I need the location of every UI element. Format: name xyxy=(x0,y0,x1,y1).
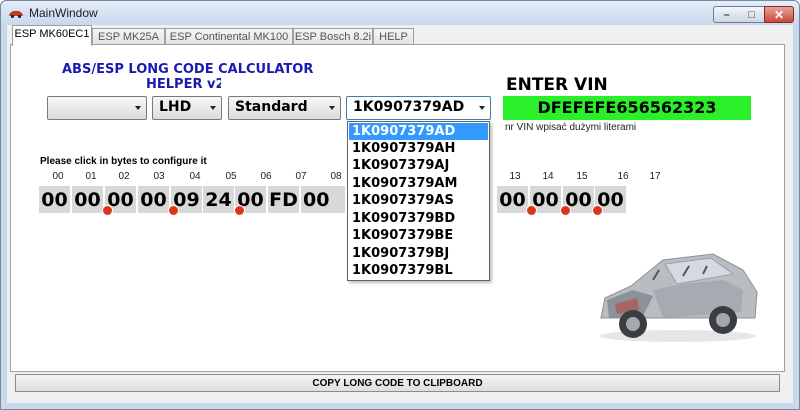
maximize-button[interactable]: □ xyxy=(739,6,765,23)
chevron-down-icon xyxy=(135,106,141,110)
byte-cell-01[interactable]: 00 xyxy=(72,186,103,213)
byte-cell-05[interactable]: 24 xyxy=(203,186,234,213)
byte-index: 07 xyxy=(295,171,307,182)
bit-marker xyxy=(526,205,537,216)
chevron-down-icon xyxy=(210,106,216,110)
byte-cell-03[interactable]: 00 xyxy=(138,186,169,213)
close-icon: ✕ xyxy=(773,8,785,22)
byte-cell-07[interactable]: FD xyxy=(268,186,299,213)
chevron-down-icon xyxy=(479,106,485,110)
byte-index: 02 xyxy=(118,171,130,182)
dropdown-option[interactable]: 1K0907379AH xyxy=(349,140,488,157)
close-button[interactable]: ✕ xyxy=(764,6,794,23)
dropdown-option[interactable]: 1K0907379BJ xyxy=(349,245,488,262)
vin-input[interactable]: DFEFEFE656562323 xyxy=(503,96,751,120)
vin-label: ENTER VIN xyxy=(506,75,608,95)
byte-index: 01 xyxy=(85,171,97,182)
first-select[interactable] xyxy=(47,96,147,120)
bit-marker xyxy=(168,205,179,216)
bit-marker xyxy=(234,205,245,216)
byte-index: 04 xyxy=(189,171,201,182)
dropdown-option[interactable]: 1K0907379BL xyxy=(349,262,488,279)
variant-value: Standard xyxy=(235,99,308,115)
variant-select[interactable]: Standard xyxy=(228,96,341,120)
minimize-button[interactable]: – xyxy=(713,6,740,23)
vin-hint: nr VIN wpisać dużymi literami xyxy=(505,122,637,133)
byte-index: 16 xyxy=(617,171,629,182)
byte-index: 15 xyxy=(576,171,588,182)
tab-esp-mk60ec1[interactable]: ESP MK60EC1 xyxy=(12,25,92,46)
title-bar[interactable]: MainWindow – □ ✕ xyxy=(1,1,799,25)
bit-marker xyxy=(102,205,113,216)
byte-index: 05 xyxy=(225,171,237,182)
tab-esp-bosch-82i[interactable]: ESP Bosch 8.2i xyxy=(293,28,373,45)
minimize-icon: – xyxy=(723,9,730,21)
car-illustration xyxy=(600,253,758,342)
byte-index: 03 xyxy=(153,171,165,182)
byte-cell-13[interactable]: 00 xyxy=(497,186,528,213)
dropdown-option[interactable]: 1K0907379AD xyxy=(349,123,488,140)
car-icon xyxy=(9,11,23,18)
byte-index: 17 xyxy=(649,171,661,182)
part-number-select[interactable]: 1K0907379AD xyxy=(346,96,491,120)
maximize-icon: □ xyxy=(748,9,755,21)
bytes-instruction: Please click in bytes to configure it xyxy=(40,156,207,167)
window-title: MainWindow xyxy=(29,6,98,20)
dropdown-option[interactable]: 1K0907379BD xyxy=(349,210,488,227)
part-number-dropdown-list: 1K0907379AD 1K0907379AH 1K0907379AJ 1K09… xyxy=(347,121,490,281)
drive-side-value: LHD xyxy=(159,99,192,115)
app-subtitle: HELPER v2. xyxy=(146,77,221,92)
copy-long-code-button[interactable]: COPY LONG CODE TO CLIPBOARD xyxy=(15,374,780,392)
drive-side-select[interactable]: LHD xyxy=(152,96,222,120)
bit-marker xyxy=(560,205,571,216)
dropdown-option[interactable]: 1K0907379AJ xyxy=(349,157,488,174)
chevron-down-icon xyxy=(329,106,335,110)
tab-help[interactable]: HELP xyxy=(373,28,414,45)
byte-cell-00[interactable]: 00 xyxy=(39,186,70,213)
byte-index: 14 xyxy=(542,171,554,182)
byte-index: 00 xyxy=(52,171,64,182)
tab-esp-continental-mk100[interactable]: ESP Continental MK100 xyxy=(165,28,293,45)
dropdown-option[interactable]: 1K0907379AS xyxy=(349,192,488,209)
app-title: ABS/ESP LONG CODE CALCULATOR xyxy=(62,62,314,77)
byte-index: 13 xyxy=(509,171,521,182)
byte-index: 06 xyxy=(260,171,272,182)
dropdown-option[interactable]: 1K0907379BE xyxy=(349,227,488,244)
part-number-value: 1K0907379AD xyxy=(353,99,465,115)
tab-esp-mk25a[interactable]: ESP MK25A xyxy=(92,28,165,45)
bit-marker xyxy=(592,205,603,216)
dropdown-option[interactable]: 1K0907379AM xyxy=(349,175,488,192)
byte-cell-08[interactable]: 00 xyxy=(301,186,345,213)
